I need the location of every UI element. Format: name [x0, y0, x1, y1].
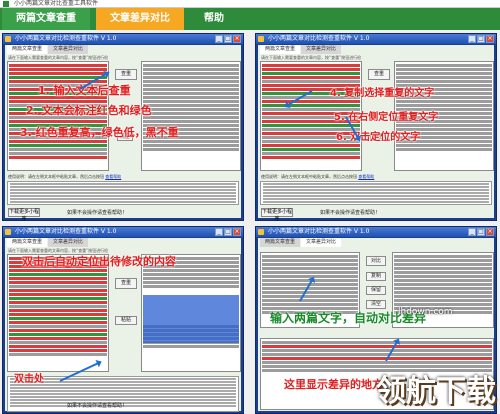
close-icon[interactable]: ×	[233, 35, 241, 43]
panel-title-bar: 小小两篇文章对比检测查重软件 V 1.0 _ □ ×	[3, 227, 243, 237]
clear-button[interactable]: 清空	[366, 300, 386, 309]
footer-hint: 如果不会操作请查看帮助！	[67, 210, 128, 216]
tab-duplicate-check[interactable]: 两篇文章查重	[260, 238, 301, 247]
footer-hint: 如果不会操作请查看帮助！	[67, 403, 128, 409]
usage-hint: 使用说明：请在左侧文本框中粘贴文章，然后点击按钮 查看帮助	[8, 174, 122, 179]
window-title: 小小两篇文章对比查重工具软件	[14, 0, 99, 7]
minimize-icon[interactable]: _	[468, 35, 476, 43]
download-more-button[interactable]: 下载更多小程序	[261, 208, 293, 222]
maximize-icon[interactable]: □	[477, 35, 485, 43]
selected-text-highlight	[143, 295, 239, 343]
watermark-logo: 领航下载	[376, 374, 496, 409]
screenshot-panel-2: 小小两篇文章对比检测查重软件 V 1.0 _ □ × 两篇文章查重 文章差异对比 请…	[255, 33, 497, 222]
tab-diff-compare[interactable]: 文章差异对比	[48, 45, 89, 54]
annotation-step-2: 2. 文本会标注红色和绿色	[26, 104, 152, 117]
panel-title-bar: 小小两篇文章对比检测查重软件 V 1.0 _ □ ×	[256, 34, 496, 44]
app-icon	[258, 229, 264, 235]
panel-title: 小小两篇文章对比检测查重软件 V 1.0	[15, 228, 117, 235]
tab-duplicate-check[interactable]: 两篇文章查重	[7, 45, 48, 54]
check-button[interactable]: 查重	[368, 69, 390, 80]
panel-title: 小小两篇文章对比检测查重软件 V 1.0	[15, 35, 117, 42]
tab-diff-compare[interactable]: 文章差异对比	[301, 45, 342, 54]
paste-button[interactable]: 粘贴	[115, 316, 137, 325]
close-icon[interactable]: ×	[486, 228, 494, 236]
results-list[interactable]	[7, 181, 239, 205]
annotation-step-3: 3. 红色重复高，绿色低，黑不重	[20, 126, 179, 139]
tab-duplicate-check[interactable]: 两篇文章查重	[7, 238, 48, 247]
menu-tab-duplicate-check[interactable]: 两篇文章查重	[2, 8, 90, 30]
tab-diff-compare[interactable]: 文章差异对比	[48, 238, 89, 247]
left-text-area[interactable]	[7, 254, 109, 372]
maximize-icon[interactable]: □	[477, 228, 485, 236]
check-button[interactable]: 查重	[115, 278, 137, 289]
close-icon[interactable]: ×	[233, 228, 241, 236]
help-link[interactable]: 查看帮助	[358, 174, 374, 179]
app-icon	[3, 1, 9, 7]
usage-hint: 使用说明：请在左侧文本框中粘贴文章，然后点击按钮 查看帮助	[261, 174, 375, 179]
keep-button[interactable]: 保留	[366, 286, 386, 295]
app-icon	[5, 36, 11, 42]
top-menu-bar: 两篇文章查重 文章差异对比 帮助	[0, 8, 500, 30]
right-text-area[interactable]	[141, 254, 241, 372]
maximize-icon[interactable]: □	[224, 228, 232, 236]
app-icon	[258, 36, 264, 42]
menu-tab-diff-compare[interactable]: 文章差异对比	[96, 8, 184, 30]
results-list[interactable]	[260, 181, 492, 205]
annotation-dblclick-here: 双击处	[14, 374, 44, 385]
app-icon	[5, 229, 11, 235]
minimize-icon[interactable]: _	[215, 228, 223, 236]
tab-diff-compare[interactable]: 文章差异对比	[301, 238, 342, 247]
panel-title: 小小两篇文章对比检测查重软件 V 1.0	[268, 35, 370, 42]
watermark-url: lhdown.com	[398, 307, 453, 317]
check-button[interactable]: 查重	[115, 69, 137, 80]
panel-title-bar: 小小两篇文章对比检测查重软件 V 1.0 _ □ ×	[3, 34, 243, 44]
footer-hint: 如果不会操作请查看帮助！	[320, 210, 381, 216]
annotation-diff-here: 这里显示差异的地方	[284, 378, 383, 391]
help-link[interactable]: 查看帮助	[105, 174, 121, 179]
annotation-step-6: 6. 双击定位的文字	[336, 132, 421, 143]
panel-title-bar: 小小两篇文章对比检测查重软件 V 1.0 _ □ ×	[256, 227, 496, 237]
close-icon[interactable]: ×	[486, 35, 494, 43]
maximize-icon[interactable]: □	[224, 35, 232, 43]
minimize-icon[interactable]: _	[215, 35, 223, 43]
panel-title: 小小两篇文章对比检测查重软件 V 1.0	[268, 228, 370, 235]
annotation-dblclick-locate: 双击后自动定位出待修改的内容	[22, 255, 176, 268]
menu-tab-help[interactable]: 帮助	[190, 8, 238, 30]
annotation-step-4: 4. 复制选择重复的文字	[330, 88, 435, 99]
right-text-area[interactable]	[141, 61, 241, 171]
tab-duplicate-check[interactable]: 两篇文章查重	[260, 45, 301, 54]
download-more-button[interactable]: 下载更多小程序	[8, 208, 40, 222]
compare-button[interactable]: 对比	[366, 256, 386, 266]
minimize-icon[interactable]: _	[468, 228, 476, 236]
window-title-bar: 小小两篇文章对比查重工具软件	[0, 0, 500, 8]
copy-button[interactable]: 复制	[366, 272, 386, 281]
